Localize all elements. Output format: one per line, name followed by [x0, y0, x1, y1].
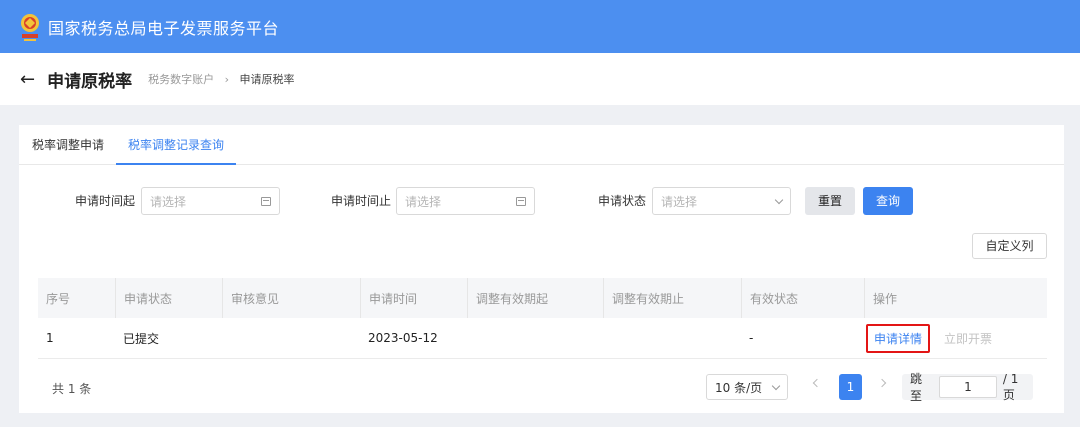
- calendar-icon: [261, 196, 271, 206]
- page-size-select[interactable]: 10 条/页: [706, 374, 788, 400]
- jump-page-input[interactable]: 1: [939, 376, 997, 398]
- cell-review: [222, 318, 360, 358]
- cell-actions: 申请详情 立即开票: [864, 318, 1047, 358]
- end-date-label: 申请时间止: [331, 194, 392, 208]
- page-title-bar: ← 申请原税率 税务数字账户 › 申请原税率: [0, 53, 1080, 105]
- reset-button[interactable]: 重置: [805, 187, 855, 215]
- tab-rate-adjust-records[interactable]: 税率调整记录查询: [116, 125, 237, 165]
- issue-invoice-link[interactable]: 立即开票: [944, 330, 992, 347]
- cell-status: 已提交: [123, 331, 160, 346]
- calendar-icon: [516, 196, 526, 206]
- page-size-value: 10 条/页: [715, 380, 763, 395]
- page-jumper: 跳至 1 / 1 页: [902, 371, 1033, 403]
- tax-emblem-logo: [16, 11, 44, 43]
- status-placeholder: 请选择: [661, 194, 698, 209]
- records-table: 序号 申请状态 审核意见 申请时间 调整有效期起 调整有效期止 有效状态 操作 …: [38, 278, 1047, 359]
- start-date-label: 申请时间起: [75, 194, 136, 208]
- col-header-review: 审核意见: [222, 278, 360, 318]
- page-number-current[interactable]: 1: [839, 374, 862, 400]
- next-page-icon[interactable]: [877, 378, 887, 388]
- total-count: 共 1 条: [52, 382, 92, 396]
- breadcrumb: 税务数字账户 › 申请原税率: [148, 71, 294, 87]
- col-header-index: 序号: [46, 291, 71, 306]
- start-date-placeholder: 请选择: [150, 194, 187, 209]
- prev-page-icon[interactable]: [812, 378, 822, 388]
- table-header: 序号 申请状态 审核意见 申请时间 调整有效期起 调整有效期止 有效状态 操作: [38, 278, 1047, 318]
- cell-valid-from: [467, 318, 603, 358]
- status-select[interactable]: 请选择: [652, 187, 791, 215]
- top-header: 国家税务总局电子发票服务平台: [0, 0, 1080, 53]
- start-date-picker[interactable]: 请选择: [141, 187, 280, 215]
- cell-valid-to: [603, 318, 741, 358]
- content-card: 税率调整申请 税率调整记录查询 申请时间起 请选择 申请时间止 请选择 申请状态…: [19, 125, 1064, 413]
- table-row: 1 已提交 2023-05-12 - 申请详情 立即开票: [38, 318, 1047, 359]
- cell-valid-status: -: [749, 331, 754, 345]
- cell-index: 1: [46, 331, 54, 345]
- page-title: 申请原税率: [47, 71, 133, 92]
- chevron-down-icon: [774, 195, 784, 204]
- tab-bar: 税率调整申请 税率调整记录查询: [19, 125, 1064, 165]
- total-pages: / 1 页: [1002, 371, 1019, 402]
- col-header-status: 申请状态: [115, 278, 222, 318]
- breadcrumb-item-tax-account[interactable]: 税务数字账户: [148, 73, 214, 86]
- chevron-down-icon: [771, 381, 781, 390]
- arrow-left-icon[interactable]: ←: [20, 69, 35, 90]
- jump-label: 跳至: [910, 372, 923, 403]
- col-header-time: 申请时间: [360, 278, 467, 318]
- end-date-placeholder: 请选择: [405, 194, 442, 209]
- custom-columns-button[interactable]: 自定义列: [972, 233, 1047, 259]
- tab-rate-adjust-apply[interactable]: 税率调整申请: [32, 125, 104, 165]
- col-header-valid-from: 调整有效期起: [467, 278, 603, 318]
- query-button[interactable]: 查询: [863, 187, 913, 215]
- col-header-valid-to: 调整有效期止: [603, 278, 741, 318]
- application-details-link[interactable]: 申请详情: [866, 323, 931, 353]
- status-label: 申请状态: [598, 194, 647, 208]
- cell-time: 2023-05-12: [368, 331, 438, 345]
- breadcrumb-item-current: 申请原税率: [239, 73, 295, 86]
- col-header-valid-status: 有效状态: [741, 278, 864, 318]
- col-header-actions: 操作: [864, 278, 1047, 318]
- end-date-picker[interactable]: 请选择: [396, 187, 535, 215]
- chevron-right-icon: ›: [224, 73, 229, 86]
- platform-title: 国家税务总局电子发票服务平台: [48, 18, 280, 38]
